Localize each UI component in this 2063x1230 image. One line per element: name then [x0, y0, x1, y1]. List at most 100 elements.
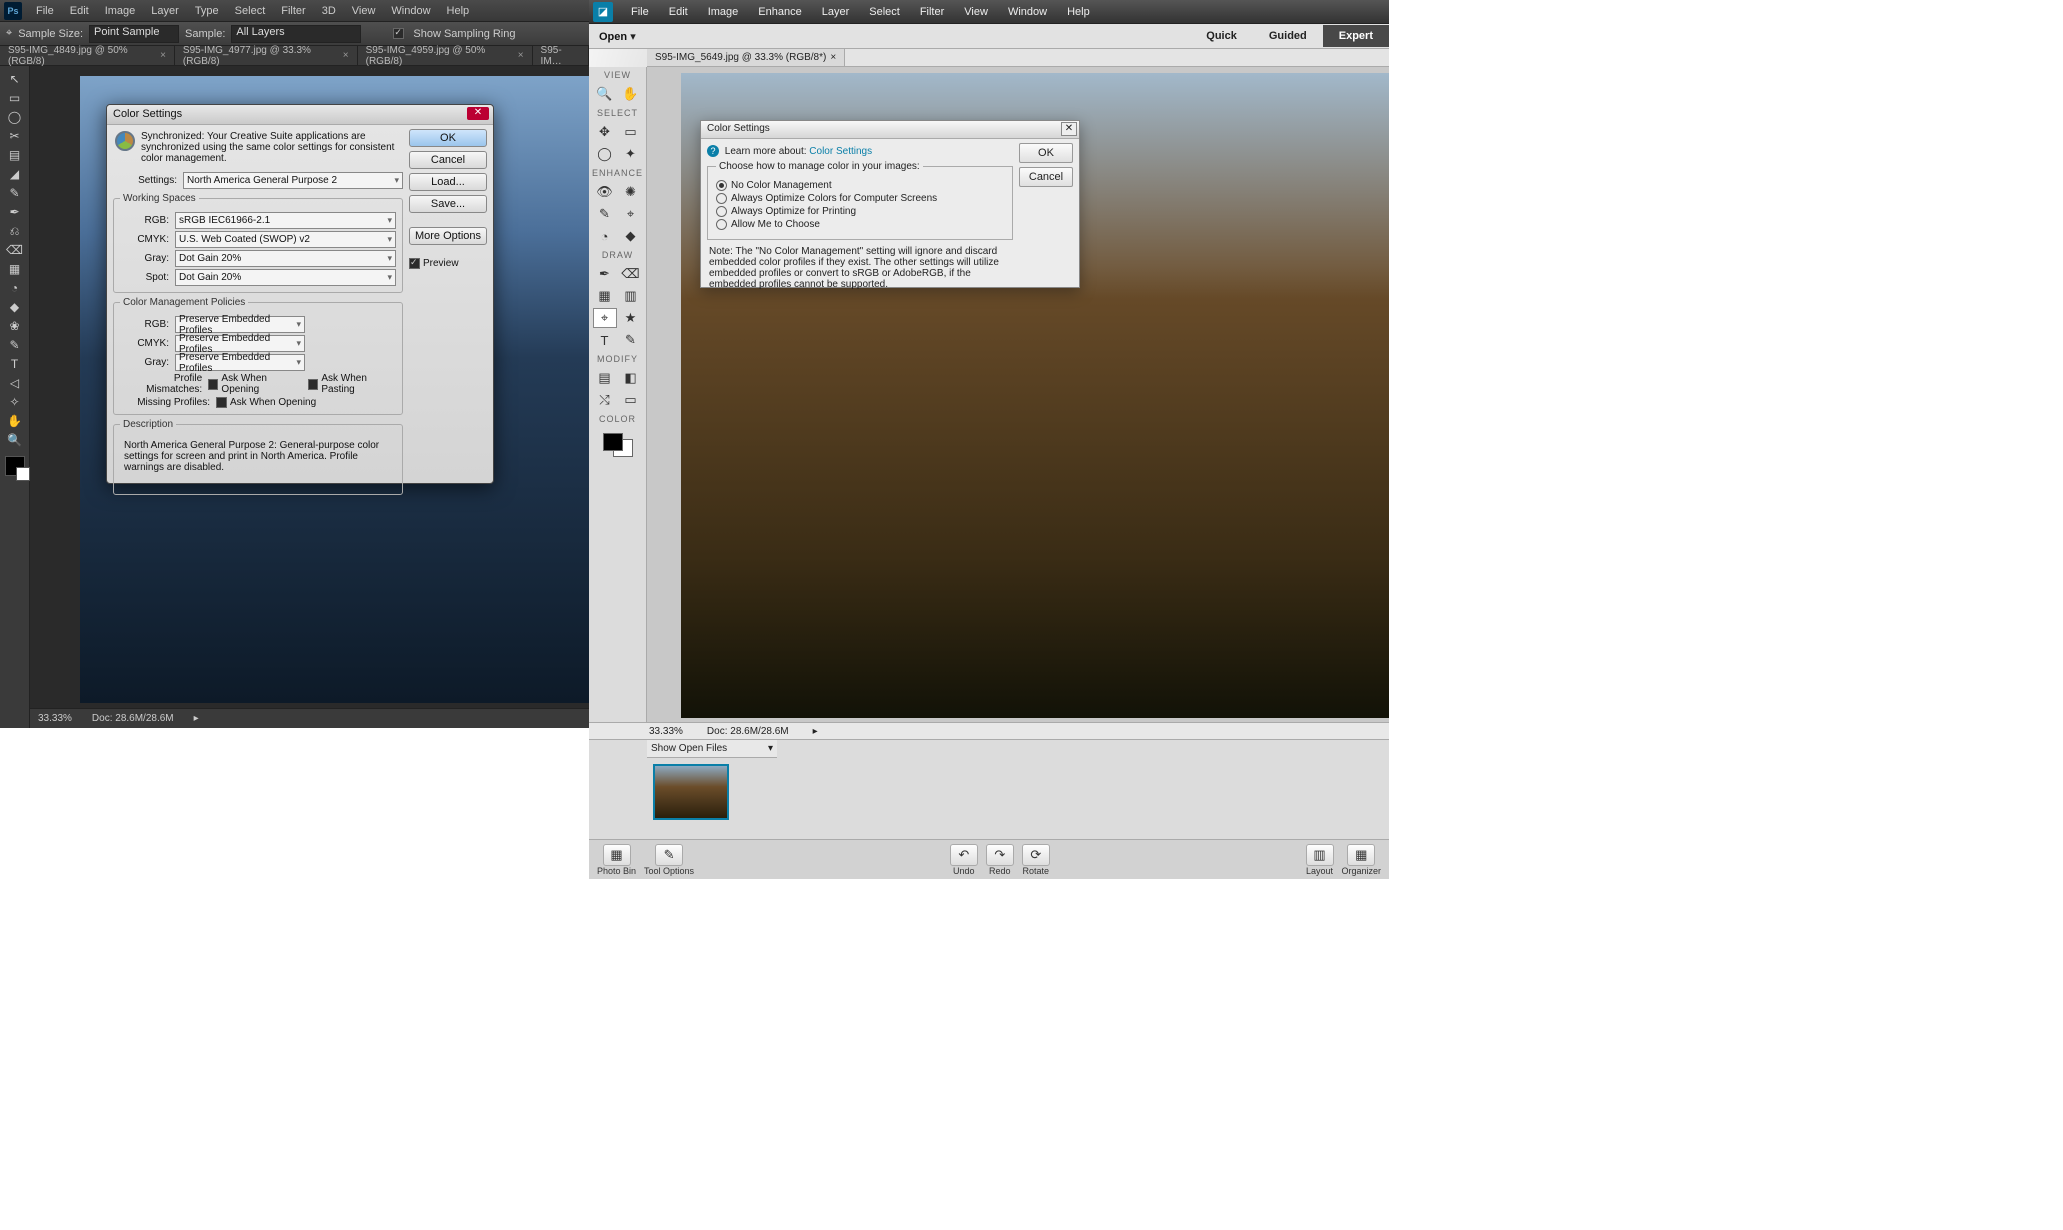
- quick-select-tool-icon[interactable]: ✂: [4, 127, 26, 145]
- mode-quick[interactable]: Quick: [1190, 25, 1253, 47]
- menu-edit[interactable]: Edit: [659, 2, 698, 22]
- ok-button[interactable]: OK: [1019, 143, 1073, 163]
- chevron-down-icon[interactable]: ▾: [630, 31, 636, 43]
- move-tool-icon[interactable]: ✥: [593, 122, 617, 142]
- menu-help[interactable]: Help: [439, 1, 478, 21]
- menu-filter[interactable]: Filter: [910, 2, 954, 22]
- show-sampling-ring-checkbox[interactable]: [393, 28, 404, 39]
- recompose-tool-icon[interactable]: ◧: [619, 368, 643, 388]
- color-settings-link[interactable]: Color Settings: [809, 146, 872, 157]
- type-tool-icon[interactable]: T: [4, 355, 26, 373]
- close-icon[interactable]: ✕: [1061, 122, 1077, 136]
- close-icon[interactable]: ×: [160, 50, 166, 61]
- eyedropper-tool-icon[interactable]: ◢: [4, 165, 26, 183]
- pen-tool-icon[interactable]: ❀: [4, 317, 26, 335]
- marquee-tool-icon[interactable]: ▭: [619, 122, 643, 142]
- spot-combo[interactable]: Dot Gain 20%: [175, 269, 396, 286]
- radio-allow-choose[interactable]: [716, 219, 727, 230]
- chevron-right-icon[interactable]: ▸: [813, 726, 818, 737]
- eyedropper-icon[interactable]: ⌖: [6, 27, 12, 40]
- redeye-tool-icon[interactable]: 👁: [593, 182, 617, 202]
- spot-heal-tool-icon[interactable]: ✺: [619, 182, 643, 202]
- menu-window[interactable]: Window: [998, 2, 1057, 22]
- fill-tool-icon[interactable]: ▦: [593, 286, 617, 306]
- menu-enhance[interactable]: Enhance: [748, 2, 811, 22]
- preview-checkbox[interactable]: [409, 258, 420, 269]
- cancel-button[interactable]: Cancel: [1019, 167, 1073, 187]
- pol-cmyk-combo[interactable]: Preserve Embedded Profiles: [175, 335, 305, 352]
- menu-file[interactable]: File: [28, 1, 62, 21]
- pol-gray-combo[interactable]: Preserve Embedded Profiles: [175, 354, 305, 371]
- radio-no-mgmt[interactable]: [716, 180, 727, 191]
- menu-layer[interactable]: Layer: [143, 1, 187, 21]
- eraser-tool-icon[interactable]: ⌫: [4, 241, 26, 259]
- more-options-button[interactable]: More Options: [409, 227, 487, 245]
- close-icon[interactable]: ×: [830, 52, 836, 63]
- sample-size-combo[interactable]: Point Sample: [89, 25, 179, 43]
- radio-optimize-screens[interactable]: [716, 193, 727, 204]
- sponge-tool-icon[interactable]: ◆: [619, 226, 643, 246]
- save-button[interactable]: Save...: [409, 195, 487, 213]
- lasso-tool-icon[interactable]: ◯: [593, 144, 617, 164]
- menu-view[interactable]: View: [344, 1, 384, 21]
- clone-tool-icon[interactable]: ⎌: [4, 222, 26, 240]
- missing-ask-open-checkbox[interactable]: [216, 397, 227, 408]
- chevron-right-icon[interactable]: ▸: [194, 713, 199, 724]
- brush-tool-icon[interactable]: ✒: [4, 203, 26, 221]
- menu-layer[interactable]: Layer: [812, 2, 860, 22]
- smart-brush-tool-icon[interactable]: ✎: [593, 204, 617, 224]
- shape-tool-icon[interactable]: ★: [619, 308, 643, 328]
- ps-tab-0[interactable]: S95-IMG_4849.jpg @ 50% (RGB/8)×: [0, 46, 175, 65]
- ps-tab-3[interactable]: S95-IM…: [533, 46, 589, 65]
- load-button[interactable]: Load...: [409, 173, 487, 191]
- move-tool-icon[interactable]: ↖: [4, 70, 26, 88]
- marquee-tool-icon[interactable]: ▭: [4, 89, 26, 107]
- lasso-tool-icon[interactable]: ◯: [4, 108, 26, 126]
- menu-select[interactable]: Select: [859, 2, 910, 22]
- straighten-tool-icon[interactable]: ▭: [619, 390, 643, 410]
- zoom-tool-icon[interactable]: 🔍: [4, 431, 26, 449]
- menu-3d[interactable]: 3D: [314, 1, 344, 21]
- ps-tab-1[interactable]: S95-IMG_4977.jpg @ 33.3% (RGB/8)×: [175, 46, 358, 65]
- ok-button[interactable]: OK: [409, 129, 487, 147]
- pol-rgb-combo[interactable]: Preserve Embedded Profiles: [175, 316, 305, 333]
- tool-options-button[interactable]: ✎Tool Options: [644, 844, 694, 876]
- ps-tab-2[interactable]: S95-IMG_4959.jpg @ 50% (RGB/8)×: [358, 46, 533, 65]
- crop-tool-icon[interactable]: ▤: [4, 146, 26, 164]
- pencil-tool-icon[interactable]: ✎: [619, 330, 643, 350]
- rgb-combo[interactable]: sRGB IEC61966-2.1: [175, 212, 396, 229]
- menu-filter[interactable]: Filter: [273, 1, 313, 21]
- gradient-tool-icon[interactable]: ▥: [619, 286, 643, 306]
- rotate-button[interactable]: ⟳Rotate: [1022, 844, 1050, 876]
- hand-tool-icon[interactable]: ✋: [4, 412, 26, 430]
- redo-button[interactable]: ↷Redo: [986, 844, 1014, 876]
- settings-combo[interactable]: North America General Purpose 2: [183, 172, 403, 189]
- shape-tool-icon[interactable]: ◁: [4, 374, 26, 392]
- gray-combo[interactable]: Dot Gain 20%: [175, 250, 396, 267]
- blur-tool-icon[interactable]: ◔: [4, 279, 26, 297]
- ask-paste-checkbox[interactable]: [308, 379, 318, 390]
- menu-window[interactable]: Window: [383, 1, 438, 21]
- menu-file[interactable]: File: [621, 2, 659, 22]
- foreground-background-swatch[interactable]: [5, 456, 25, 476]
- close-icon[interactable]: ×: [518, 50, 524, 61]
- hand-tool-icon[interactable]: ✋: [619, 84, 643, 104]
- clone-tool-icon[interactable]: ⌖: [619, 204, 643, 224]
- brush-tool-icon[interactable]: ✒: [593, 264, 617, 284]
- open-button[interactable]: Open: [599, 31, 627, 43]
- menu-select[interactable]: Select: [227, 1, 274, 21]
- photo-bin-thumbnail[interactable]: [653, 764, 729, 820]
- cancel-button[interactable]: Cancel: [409, 151, 487, 169]
- 3d-tool-icon[interactable]: ✧: [4, 393, 26, 411]
- eraser-tool-icon[interactable]: ⌫: [619, 264, 643, 284]
- undo-button[interactable]: ↶Undo: [950, 844, 978, 876]
- blur-tool-icon[interactable]: ◔: [593, 226, 617, 246]
- pe-swatch[interactable]: [603, 433, 633, 457]
- pe-zoom-value[interactable]: 33.33%: [649, 726, 683, 737]
- mode-expert[interactable]: Expert: [1323, 25, 1389, 47]
- organizer-button[interactable]: ▦Organizer: [1342, 844, 1382, 876]
- gradient-tool-icon[interactable]: ▦: [4, 260, 26, 278]
- color-picker-tool-icon[interactable]: ⌖: [593, 308, 617, 328]
- ps-zoom-value[interactable]: 33.33%: [38, 713, 72, 724]
- ask-open-checkbox[interactable]: [208, 379, 218, 390]
